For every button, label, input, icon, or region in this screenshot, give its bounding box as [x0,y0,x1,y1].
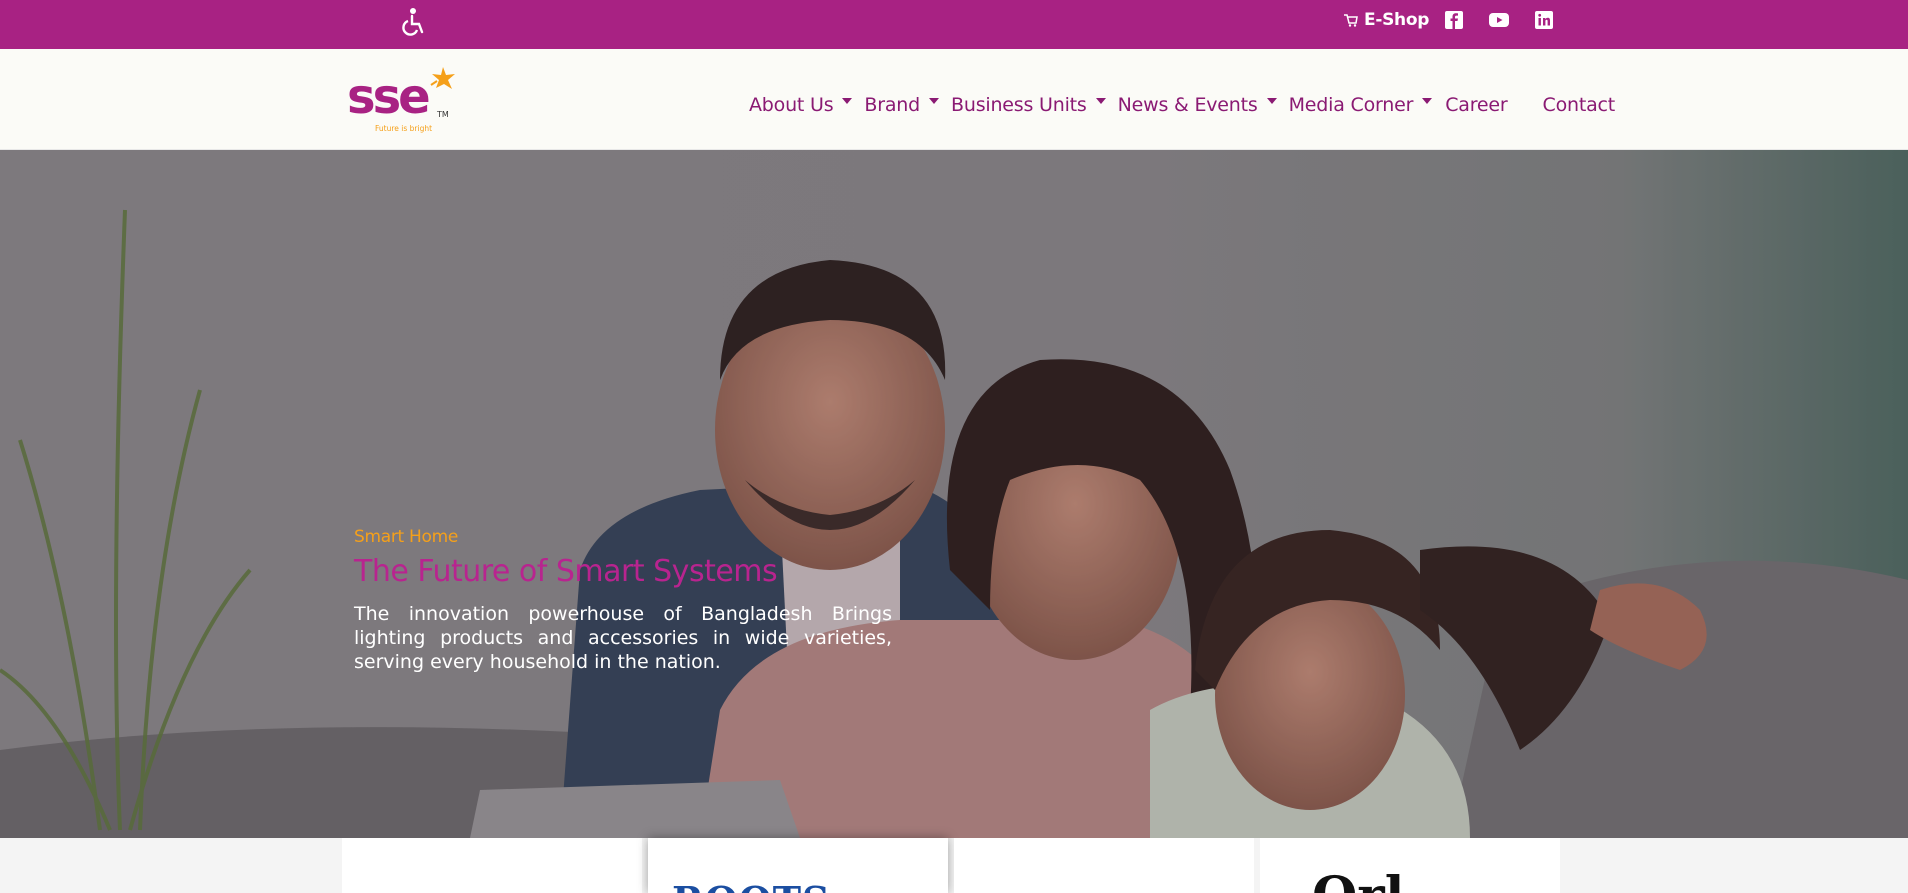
top-bar: E-Shop [0,0,1908,49]
hero-banner: Smart Home The Future of Smart Systems T… [0,150,1908,838]
chevron-down-icon [842,98,853,104]
main-nav: About Us Brand Business Units News & Eve… [749,94,1615,116]
brand-cards: ROOTS Orl [342,838,1560,893]
nav-news-events[interactable]: News & Events [1118,94,1277,116]
cart-icon [1344,13,1358,27]
facebook-icon[interactable] [1444,10,1464,30]
hero-title: The Future of Smart Systems [354,554,778,589]
nav-contact[interactable]: Contact [1543,94,1616,116]
hero-overlay [0,150,1908,838]
eshop-link[interactable]: E-Shop [1344,10,1429,30]
logo-tagline: Future is bright [375,124,432,133]
chevron-down-icon [1266,98,1277,104]
nav-brand[interactable]: Brand [864,94,940,116]
nav-business-units[interactable]: Business Units [951,94,1106,116]
brand-card[interactable] [954,838,1254,893]
youtube-icon[interactable] [1489,10,1509,30]
hero-description: The innovation powerhouse of Bangladesh … [354,603,892,673]
nav-about-us[interactable]: About Us [749,94,853,116]
orl-logo: Orl [1312,866,1404,893]
logo-wordmark: sse [347,69,429,125]
chevron-down-icon [1422,98,1433,104]
eshop-label: E-Shop [1364,10,1430,30]
wheelchair-icon[interactable] [400,7,426,37]
chevron-down-icon [1095,98,1106,104]
sse-logo[interactable]: sse TM Future is bright [345,63,465,139]
nav-media-corner[interactable]: Media Corner [1289,94,1433,116]
brand-card[interactable] [342,838,642,893]
linkedin-icon[interactable] [1534,10,1554,30]
brand-card-roots[interactable]: ROOTS [648,838,948,893]
roots-logo: ROOTS [672,878,831,893]
site-header: sse TM Future is bright About Us Brand B… [0,49,1908,150]
nav-career[interactable]: Career [1445,94,1507,116]
chevron-down-icon [929,98,940,104]
brand-card-orl[interactable]: Orl [1260,838,1560,893]
logo-tm: TM [436,110,449,119]
hero-eyebrow: Smart Home [354,527,459,547]
